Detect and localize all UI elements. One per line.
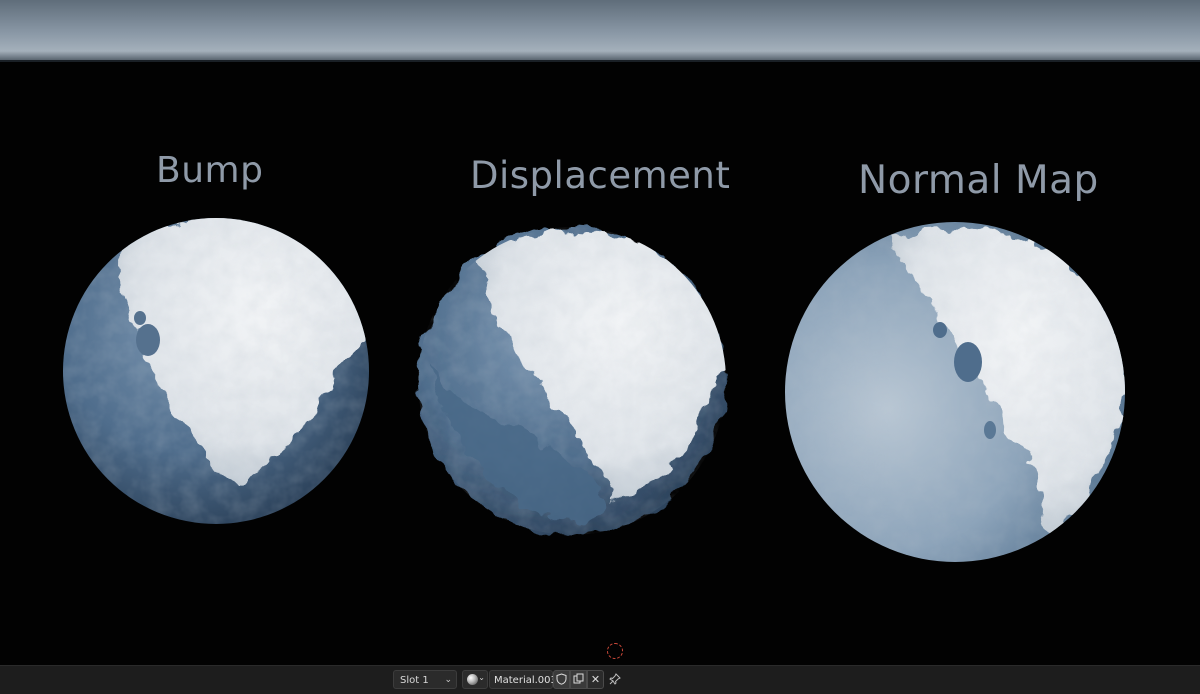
displacement-label: Displacement [470, 154, 731, 197]
material-header-bar: Slot 1 ⌄ ⌄ Material.003 ✕ [0, 665, 1200, 694]
chevron-down-icon: ⌄ [444, 675, 452, 685]
pin-icon [609, 673, 621, 685]
chevron-down-icon: ⌄ [478, 673, 485, 682]
browse-material-button[interactable]: ⌄ [462, 670, 488, 689]
displacement-sphere [418, 227, 726, 535]
duplicate-material-button[interactable] [570, 670, 587, 689]
slot-label: Slot 1 [400, 675, 429, 686]
normal-map-sphere [785, 222, 1125, 562]
fake-user-button[interactable] [553, 670, 570, 689]
material-sphere-icon [467, 674, 478, 685]
3d-viewport[interactable]: Bump Displacement Normal Map [0, 0, 1200, 665]
unlink-material-button[interactable]: ✕ [587, 670, 604, 689]
close-icon: ✕ [590, 673, 601, 686]
duplicate-icon [573, 673, 584, 684]
normal-map-label: Normal Map [858, 158, 1099, 203]
pin-button[interactable] [607, 670, 623, 689]
bump-sphere [63, 218, 369, 524]
material-name-field[interactable]: Material.003 [489, 670, 557, 689]
shield-icon [556, 673, 567, 685]
material-slot-dropdown[interactable]: Slot 1 ⌄ [393, 670, 457, 689]
bump-label: Bump [156, 150, 264, 191]
spheres-render [63, 218, 1125, 562]
3d-cursor-icon[interactable] [607, 643, 623, 659]
